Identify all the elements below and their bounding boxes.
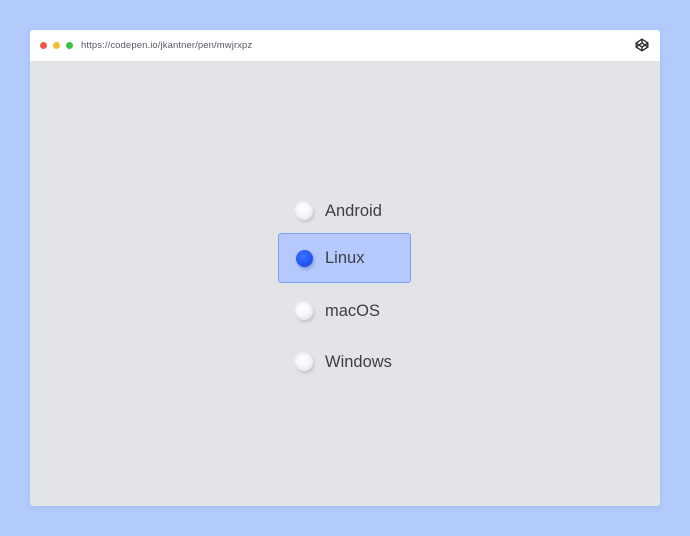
radio-label: Linux: [325, 249, 365, 267]
radio-button-icon[interactable]: [296, 354, 313, 371]
radio-option-android[interactable]: Android: [278, 186, 411, 236]
radio-option-windows[interactable]: Windows: [278, 337, 411, 387]
radio-button-icon[interactable]: [296, 303, 313, 320]
browser-titlebar: https://codepen.io/jkantner/pen/mwjrxpz: [30, 30, 660, 61]
close-window-dot[interactable]: [40, 42, 47, 49]
address-url[interactable]: https://codepen.io/jkantner/pen/mwjrxpz: [81, 39, 252, 52]
codepen-icon[interactable]: [635, 38, 649, 52]
radio-option-linux[interactable]: Linux: [278, 233, 411, 283]
os-radio-group: Android Linux macOS Windows: [278, 182, 413, 386]
radio-label: Windows: [325, 353, 392, 371]
minimize-window-dot[interactable]: [53, 42, 60, 49]
browser-window: https://codepen.io/jkantner/pen/mwjrxpz …: [30, 30, 660, 506]
radio-label: Android: [325, 202, 382, 220]
radio-option-macos[interactable]: macOS: [278, 286, 411, 336]
radio-button-icon[interactable]: [296, 250, 313, 267]
radio-button-icon[interactable]: [296, 203, 313, 220]
radio-label: macOS: [325, 302, 381, 320]
maximize-window-dot[interactable]: [66, 42, 73, 49]
